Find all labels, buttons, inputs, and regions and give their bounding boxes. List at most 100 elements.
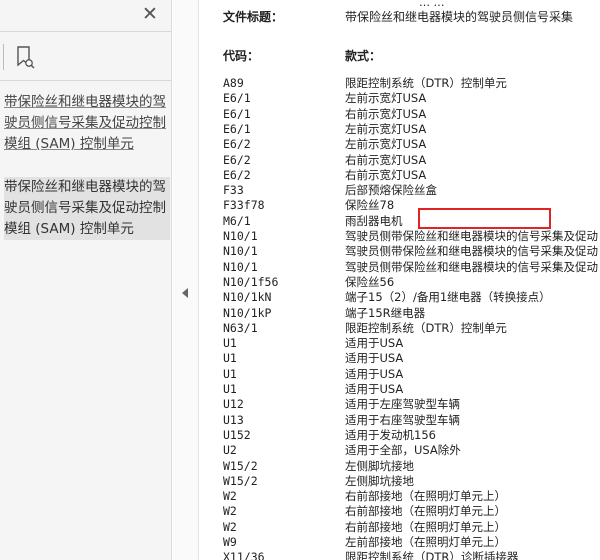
component-description: 保险丝78 [345, 198, 395, 213]
table-row: U13 适用于右座驾驶型车辆 [200, 413, 600, 428]
table-row: W2 右前部接地（在照明灯单元上） [200, 520, 600, 535]
title-label: 文件标题： [223, 10, 284, 24]
table-row: N10/1 驾驶员侧带保险丝和继电器模块的信号采集及促动 [200, 260, 600, 275]
component-code: N10/1 [223, 244, 258, 259]
table-row: W15/2 左侧脚坑接地 [200, 474, 600, 489]
table-row: N10/1f56 保险丝56 [200, 275, 600, 290]
collapse-sidebar-arrow-icon[interactable] [182, 288, 188, 298]
bookmark-item-selected[interactable]: 带保险丝和继电器模块的驾驶员侧信号采集及促动控制模组 (SAM) 控制单元 [4, 177, 170, 240]
bookmark-search-icon[interactable] [14, 44, 36, 70]
code-column-header: 代码： [223, 49, 260, 63]
component-description: 端子15R继电器 [345, 305, 426, 320]
component-description: 右前部接地（在照明灯单元上） [345, 519, 506, 534]
component-code: N10/1kN [223, 290, 272, 305]
table-row: N10/1kP 端子15R继电器 [200, 306, 600, 321]
table-row: E6/1 左前示宽灯USA [200, 91, 600, 106]
component-code: W9 [223, 535, 237, 549]
component-code: A89 [223, 76, 244, 90]
component-code: N10/1f56 [223, 274, 279, 289]
table-row: U12 适用于左座驾驶型车辆 [200, 397, 600, 412]
table-row: E6/2 左前示宽灯USA [200, 137, 600, 152]
highlight-box [418, 208, 551, 229]
table-row: N10/1 驾驶员侧带保险丝和继电器模块的信号采集及促动 [200, 244, 600, 259]
component-code: X11/36 [223, 550, 265, 560]
table-row: E6/1 左前示宽灯USA [200, 122, 600, 137]
component-code: U1 [223, 351, 237, 366]
component-code: U1 [223, 382, 237, 396]
document-page: … … 文件标题： 带保险丝和继电器模块的驾驶员侧信号采集 代码： 款式： A8… [200, 0, 600, 560]
component-description: 适用于左座驾驶型车辆 [345, 397, 460, 412]
component-description: 后部预熔保险丝盒 [345, 183, 437, 198]
component-code: U13 [223, 412, 244, 427]
table-row: X11/36 限距控制系统（DTR）诊断插接器 [200, 550, 600, 560]
component-code: N10/1kP [223, 305, 272, 320]
table-row: E6/2 右前示宽灯USA [200, 168, 600, 183]
component-description: 端子15（2）/备用1继电器（转换接点） [345, 290, 551, 305]
component-description: 限距控制系统（DTR）控制单元 [345, 320, 507, 335]
component-description: 左前示宽灯USA [345, 121, 427, 136]
component-code: E6/1 [223, 91, 251, 106]
component-code: E6/1 [223, 106, 251, 121]
title-value: 带保险丝和继电器模块的驾驶员侧信号采集 [345, 10, 574, 24]
table-row: U1 适用于USA [200, 336, 600, 351]
desc-column-header: 款式： [345, 49, 382, 63]
component-code: W15/2 [223, 458, 258, 473]
component-code: F33 [223, 183, 244, 198]
component-description: 雨刮器电机 [345, 213, 403, 228]
table-row: U152 适用于发动机156 [200, 428, 600, 443]
table-row: U2 适用于全部，USA除外 [200, 443, 600, 458]
component-code: N63/1 [223, 320, 258, 335]
bookmarks-sidebar: ✕ 带保险丝和继电器模块的驾驶员侧信号采集及促动控制模组 (SAM) 控制单元 … [0, 0, 172, 560]
table-row: W2 右前部接地（在照明灯单元上） [200, 489, 600, 504]
component-description: 左前示宽灯USA [345, 137, 427, 152]
table-row: U1 适用于USA [200, 351, 600, 366]
component-description: 适用于右座驾驶型车辆 [345, 412, 460, 427]
component-description: 右前示宽灯USA [345, 106, 427, 121]
table-row: W15/2 左侧脚坑接地 [200, 459, 600, 474]
component-code: W15/2 [223, 473, 258, 488]
component-code: W2 [223, 519, 237, 534]
component-code: W2 [223, 504, 237, 519]
table-row: E6/2 右前示宽灯USA [200, 153, 600, 168]
component-description: 驾驶员侧带保险丝和继电器模块的信号采集及促动 [345, 229, 598, 243]
component-description: 驾驶员侧带保险丝和继电器模块的信号采集及促动 [345, 244, 598, 259]
component-description: 保险丝56 [345, 274, 395, 289]
component-code: W2 [223, 489, 237, 504]
component-description: 适用于全部，USA除外 [345, 443, 461, 458]
component-description: 右前部接地（在照明灯单元上） [345, 489, 506, 504]
component-description: 限距控制系统（DTR）诊断插接器 [345, 550, 519, 560]
component-code: E6/2 [223, 167, 251, 182]
component-description: 右前示宽灯USA [345, 167, 427, 182]
table-row: U1 适用于USA [200, 367, 600, 382]
table-row: N10/1kN 端子15（2）/备用1继电器（转换接点） [200, 290, 600, 305]
toolbar-divider [3, 44, 4, 70]
table-row: A89 限距控制系统（DTR）控制单元 [200, 76, 600, 91]
component-code: F33f78 [223, 198, 265, 213]
component-description: 适用于USA [345, 366, 404, 381]
component-code: E6/2 [223, 137, 251, 152]
component-description: 右前部接地（在照明灯单元上） [345, 504, 506, 519]
component-code: U2 [223, 443, 237, 458]
component-description: 限距控制系统（DTR）控制单元 [345, 76, 507, 90]
close-sidebar-button[interactable]: ✕ [140, 4, 160, 24]
component-code: U1 [223, 366, 237, 381]
component-description: 适用于发动机156 [345, 427, 436, 442]
component-description: 适用于USA [345, 336, 404, 351]
table-row: U1 适用于USA [200, 382, 600, 397]
component-description: 左前部接地（在照明灯单元上） [345, 535, 506, 549]
component-code: E6/1 [223, 121, 251, 136]
component-code: M6/1 [223, 213, 251, 228]
component-code: U1 [223, 336, 237, 351]
cut-off-header-text: … … [419, 0, 445, 8]
sidebar-divider [0, 31, 172, 32]
component-code: N10/1 [223, 259, 258, 274]
table-row: N10/1 驾驶员侧带保险丝和继电器模块的信号采集及促动 [200, 229, 600, 244]
sidebar-collapse-strip [173, 0, 199, 560]
component-code: E6/2 [223, 152, 251, 167]
bookmark-item[interactable]: 带保险丝和继电器模块的驾驶员侧信号采集及促动控制模组 (SAM) 控制单元 [4, 92, 170, 155]
table-row: W9 左前部接地（在照明灯单元上） [200, 535, 600, 550]
table-row: N63/1 限距控制系统（DTR）控制单元 [200, 321, 600, 336]
component-code: U152 [223, 427, 251, 442]
table-row: W2 右前部接地（在照明灯单元上） [200, 504, 600, 519]
component-description: 左侧脚坑接地 [345, 473, 414, 488]
